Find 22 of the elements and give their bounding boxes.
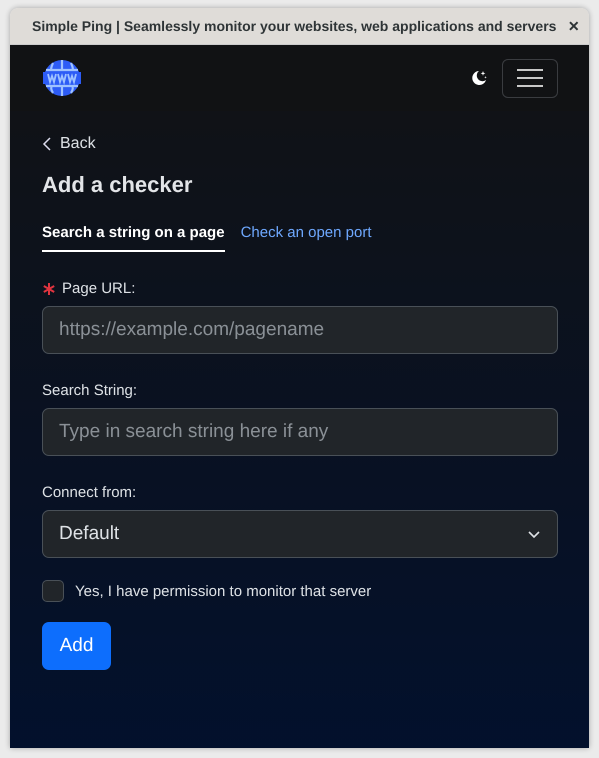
close-button[interactable]: ×	[564, 16, 583, 36]
back-link[interactable]: Back	[42, 135, 96, 153]
menu-button[interactable]	[502, 58, 558, 98]
moon-icon	[470, 69, 488, 87]
required-icon	[42, 282, 56, 296]
tab[interactable]: Check an open port	[240, 218, 372, 252]
field-label: Connect from:	[42, 484, 136, 501]
field-label: Page URL:	[62, 280, 136, 297]
tab[interactable]: Search a string on a page	[42, 218, 225, 252]
menu-icon	[517, 68, 543, 88]
input-field[interactable]: Type in search string here if any	[42, 408, 558, 456]
chevron-left-icon	[42, 137, 52, 151]
globe-logo-icon	[42, 58, 82, 98]
checkbox-label: Yes, I have permission to monitor that server	[75, 582, 372, 600]
field-label: Search String:	[42, 382, 138, 399]
select-field[interactable]: Default	[42, 510, 558, 558]
theme-toggle-button[interactable]	[470, 69, 488, 87]
add-button[interactable]: Add	[42, 622, 111, 670]
checkbox[interactable]	[42, 580, 64, 602]
input-field[interactable]: https://example.com/pagename	[42, 306, 558, 354]
window-title: Simple Ping | Seamlessly monitor your websites, web applications and servers	[32, 18, 558, 34]
page-heading: Add a checker	[42, 172, 192, 198]
